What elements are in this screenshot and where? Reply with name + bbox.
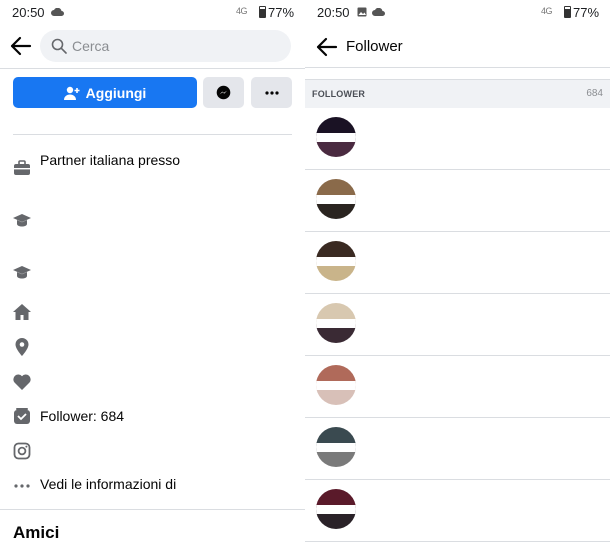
more-dots-icon — [14, 484, 30, 488]
search-input[interactable] — [72, 36, 272, 56]
follower-avatar[interactable] — [316, 427, 356, 467]
more-dots-icon — [264, 90, 279, 95]
graduation-cap-icon — [13, 214, 31, 227]
follower-avatar[interactable] — [316, 365, 356, 405]
add-friend-label: Aggiungi — [85, 84, 147, 101]
more-options-button[interactable] — [251, 77, 292, 108]
avatar-mask — [316, 381, 356, 390]
follower-avatar[interactable] — [316, 179, 356, 219]
follower-row[interactable] — [305, 480, 610, 542]
location-pin-icon — [15, 338, 29, 356]
image-icon — [357, 7, 367, 17]
friends-heading: Amici — [13, 523, 60, 542]
back-arrow-icon[interactable] — [10, 36, 32, 56]
status-bar: 20:50 4G 77% — [0, 0, 305, 24]
section-label: FOLLOWER — [312, 89, 366, 99]
clock: 20:50 — [317, 5, 350, 20]
avatar-mask — [316, 195, 356, 204]
follower-row[interactable] — [305, 356, 610, 418]
battery-percent: 77% — [573, 5, 600, 20]
followers-count-text[interactable]: Follower: 684 — [40, 408, 124, 424]
follower-row[interactable] — [305, 294, 610, 356]
section-divider — [13, 134, 292, 135]
graduation-cap-icon — [13, 266, 31, 279]
status-bar: 20:50 4G 77% — [305, 0, 610, 24]
follower-row[interactable] — [305, 232, 610, 294]
header-divider — [0, 68, 305, 69]
avatar-mask — [316, 443, 356, 452]
followers-count: 684 — [586, 88, 603, 99]
cloud-icon — [372, 8, 385, 16]
profile-panel: 20:50 4G 77% Aggiungi Partner italiana p… — [0, 0, 305, 542]
follower-avatar[interactable] — [316, 241, 356, 281]
back-arrow-icon[interactable] — [316, 37, 338, 57]
followers-section-header: FOLLOWER 684 — [305, 79, 610, 108]
avatar-mask — [316, 133, 356, 142]
follower-avatar[interactable] — [316, 117, 356, 157]
battery-percent: 77% — [268, 5, 295, 20]
avatar-mask — [316, 505, 356, 514]
battery-icon — [259, 6, 266, 18]
see-about-info-link[interactable]: Vedi le informazioni di — [40, 476, 176, 492]
battery-icon — [564, 6, 571, 18]
follower-row[interactable] — [305, 108, 610, 170]
heart-icon — [13, 374, 31, 390]
avatar-mask — [316, 319, 356, 328]
work-info-text: Partner italiana presso — [40, 152, 181, 168]
search-bar[interactable] — [40, 30, 291, 62]
clock: 20:50 — [12, 5, 45, 20]
page-title: Follower — [346, 38, 403, 55]
instagram-icon — [13, 442, 31, 460]
messenger-button[interactable] — [203, 77, 244, 108]
cloud-icon — [51, 8, 64, 16]
search-icon — [51, 38, 67, 54]
follower-avatar[interactable] — [316, 303, 356, 343]
follower-avatar[interactable] — [316, 489, 356, 529]
add-friend-icon — [63, 86, 80, 100]
network-indicator: 4G — [236, 6, 248, 16]
followers-icon — [14, 408, 30, 424]
network-indicator: 4G — [541, 6, 553, 16]
follower-row[interactable] — [305, 418, 610, 480]
followers-panel: 20:50 4G 77% Follower FOLLOWER 684 — [305, 0, 610, 542]
follower-row[interactable] — [305, 170, 610, 232]
home-icon — [13, 304, 31, 320]
avatar-mask — [316, 257, 356, 266]
messenger-icon — [216, 85, 231, 100]
header-divider — [305, 67, 610, 68]
friends-divider — [0, 509, 305, 510]
briefcase-icon — [14, 160, 30, 175]
add-friend-button[interactable]: Aggiungi — [13, 77, 197, 108]
